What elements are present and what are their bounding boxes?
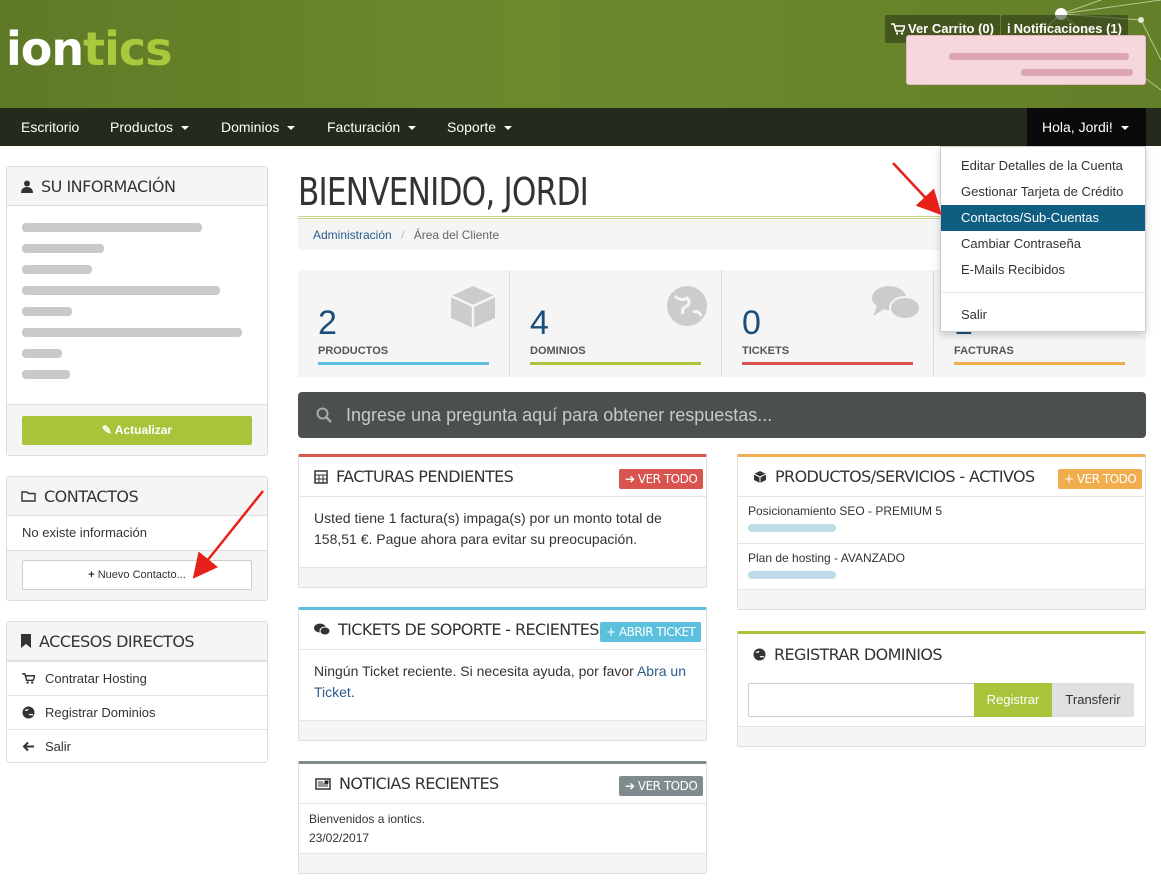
annotation-arrows — [192, 162, 942, 579]
arrow-to-contacts-menu — [892, 162, 942, 216]
arrow-to-new-contact — [192, 490, 264, 579]
